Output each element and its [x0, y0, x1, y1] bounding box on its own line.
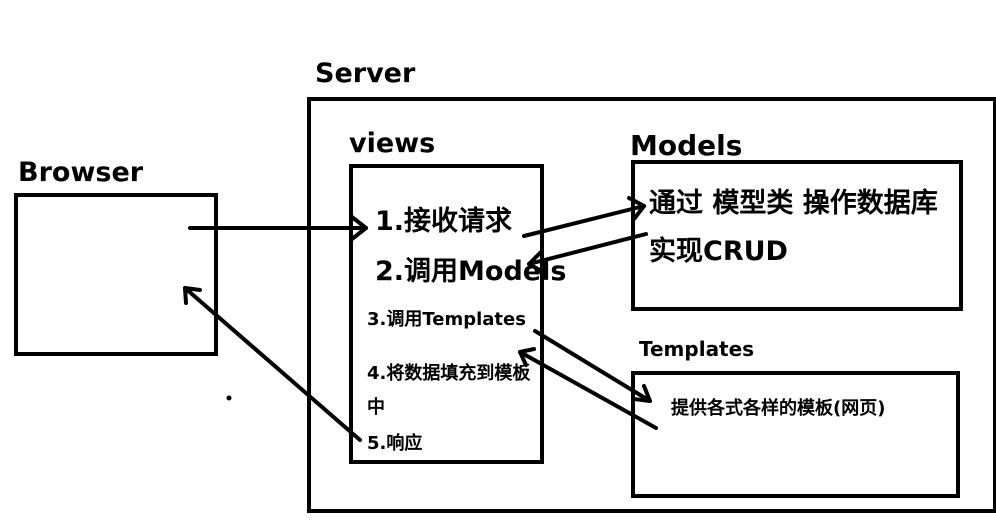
views-title: views — [349, 128, 436, 159]
models-desc-line1: 通过 模型类 操作数据库 — [649, 188, 938, 219]
browser-box — [14, 193, 218, 356]
templates-title: Templates — [639, 337, 755, 361]
models-title: Models — [630, 129, 743, 162]
browser-title: Browser — [18, 157, 144, 188]
models-desc-line2: 实现CRUD — [649, 236, 788, 267]
views-step-4-line2: 中 — [367, 397, 385, 418]
views-step-4-line1: 4.将数据填充到模板 — [367, 363, 531, 384]
stray-dot — [226, 395, 232, 401]
views-step-5: 5.响应 — [367, 433, 423, 454]
views-step-3: 3.调用Templates — [367, 309, 526, 330]
templates-box — [631, 371, 960, 498]
server-title: Server — [315, 58, 416, 89]
templates-desc: 提供各式各样的模板(网页) — [671, 398, 886, 419]
views-step-2: 2.调用Models — [375, 256, 567, 287]
views-step-1: 1.接收请求 — [375, 206, 513, 237]
